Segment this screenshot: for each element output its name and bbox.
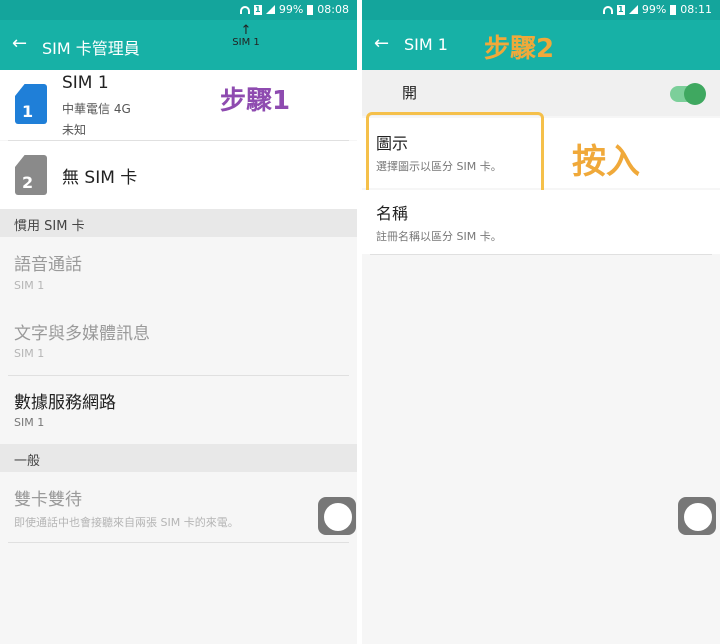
dual-standby-row: 雙卡雙待 即使通話中也會接聽來自兩張 SIM 卡的來電。 — [0, 472, 357, 542]
sim-indicator-icon: 1 — [253, 4, 262, 15]
name-sub: 註冊名稱以區分 SIM 卡。 — [376, 230, 502, 243]
sim-indicator-icon: 1 — [616, 4, 625, 15]
name-row[interactable]: 名稱 註冊名稱以區分 SIM 卡。 — [362, 190, 720, 254]
sms-label: 文字與多媒體訊息 — [14, 324, 150, 344]
sim1-number: 未知 — [62, 123, 87, 137]
sim1-carrier: 中華電信 4G — [62, 102, 131, 116]
screen-sim-manager: 1 99% 08:08 ← SIM 卡管理員 ↑ SIM 1 1 SIM 1 中… — [0, 0, 357, 644]
section-header-preferred-sim: 慣用 SIM 卡 — [0, 209, 357, 237]
sim-card-icon: 1 — [15, 84, 47, 124]
status-bar: 1 99% 08:08 — [0, 0, 357, 20]
page-title: SIM 卡管理員 — [42, 39, 140, 58]
sim2-name: 無 SIM 卡 — [62, 168, 138, 188]
back-arrow-icon[interactable]: ← — [12, 33, 27, 54]
annotation-sim-arrow: ↑ SIM 1 — [232, 23, 260, 48]
sms-sub: SIM 1 — [14, 347, 45, 360]
battery-text: 99% — [278, 3, 304, 16]
sim-card-icon: 2 — [15, 155, 47, 195]
voice-call-label: 語音通話 — [14, 255, 82, 275]
annotation-press: 按入 — [572, 142, 640, 182]
back-arrow-icon[interactable]: ← — [374, 33, 389, 54]
battery-icon — [670, 4, 677, 15]
data-network-row[interactable]: 數據服務網路 SIM 1 — [0, 376, 357, 444]
data-network-sub: SIM 1 — [14, 416, 45, 429]
sim-enable-toggle[interactable] — [670, 83, 706, 105]
status-bar: 1 99% 08:11 — [362, 0, 720, 20]
sms-row: 文字與多媒體訊息 SIM 1 — [0, 307, 357, 375]
battery-icon — [307, 4, 314, 15]
screen-sim1-settings: 1 99% 08:11 ← SIM 1 步驟2 開 圖示 選擇圖示以區分 SIM… — [362, 0, 720, 644]
app-bar: ← SIM 1 步驟2 — [362, 20, 720, 70]
wifi-icon — [239, 5, 250, 14]
sim1-row[interactable]: 1 SIM 1 中華電信 4G 未知 步驟1 — [0, 70, 357, 140]
divider — [8, 542, 349, 543]
signal-icon — [628, 5, 638, 14]
voice-call-sub: SIM 1 — [14, 279, 45, 292]
app-bar: ← SIM 卡管理員 — [0, 20, 357, 70]
page-title: SIM 1 — [404, 35, 448, 54]
floating-home-button-icon[interactable] — [318, 497, 356, 535]
annotation-step1: 步驟1 — [220, 86, 291, 116]
annotation-step2: 步驟2 — [484, 34, 555, 64]
battery-text: 99% — [641, 3, 667, 16]
sim-enable-row[interactable]: 開 — [362, 70, 720, 116]
name-label: 名稱 — [376, 204, 409, 223]
clock: 08:08 — [317, 3, 349, 16]
section-header-general: 一般 — [0, 444, 357, 472]
dual-standby-sub: 即使通話中也會接聽來自兩張 SIM 卡的來電。 — [14, 516, 239, 529]
voice-call-row: 語音通話 SIM 1 — [0, 237, 357, 307]
signal-icon — [265, 5, 275, 14]
annotation-highlight-box — [366, 112, 544, 196]
dual-standby-label: 雙卡雙待 — [14, 490, 82, 510]
divider — [370, 254, 712, 255]
clock: 08:11 — [680, 3, 712, 16]
data-network-label: 數據服務網路 — [14, 393, 116, 413]
wifi-icon — [602, 5, 613, 14]
sim1-name: SIM 1 — [62, 73, 109, 93]
floating-home-button-icon[interactable] — [678, 497, 716, 535]
sim2-row[interactable]: 2 無 SIM 卡 — [0, 141, 357, 209]
sim-enable-label: 開 — [402, 84, 418, 102]
